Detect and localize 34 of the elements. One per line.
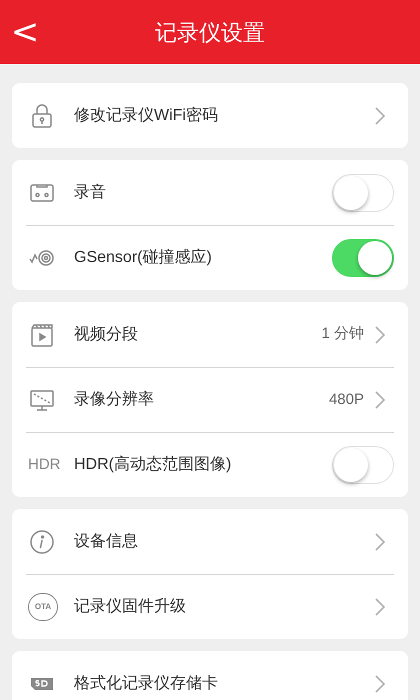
chevron-icon bbox=[374, 390, 386, 410]
settings-row[interactable]: 录像分辨率 480P bbox=[26, 367, 394, 432]
chevron-icon bbox=[374, 106, 386, 126]
chevron-icon bbox=[374, 532, 386, 552]
settings-row[interactable]: 视频分段 1 分钟 bbox=[26, 302, 394, 367]
ota-icon: OTA bbox=[28, 593, 58, 621]
row-label: 录像分辨率 bbox=[74, 390, 155, 410]
row-label: 设备信息 bbox=[74, 532, 139, 552]
row-value: 1 分钟 bbox=[321, 324, 364, 344]
chevron-icon bbox=[374, 324, 386, 344]
row-value: 480P bbox=[328, 390, 364, 410]
toggle-switch[interactable] bbox=[332, 239, 394, 277]
hdr-icon: HDR bbox=[28, 454, 60, 476]
row-label: HDR(高动态范围图像) bbox=[74, 454, 232, 475]
page-title: 记录仪设置 bbox=[155, 18, 265, 46]
row-label: 记录仪固件升级 bbox=[74, 597, 187, 617]
settings-row[interactable]: 格式化记录仪存储卡 bbox=[26, 651, 394, 700]
info-icon bbox=[28, 528, 56, 556]
chevron-icon bbox=[374, 597, 386, 617]
row-label: 视频分段 bbox=[74, 324, 139, 344]
settings-row[interactable]: 录音 bbox=[26, 160, 394, 225]
row-label: GSensor(碰撞感应) bbox=[74, 248, 213, 268]
back-button[interactable]: < bbox=[10, 12, 40, 52]
chevron-icon bbox=[374, 674, 386, 694]
row-label: 录音 bbox=[74, 182, 107, 202]
settings-row[interactable]: 修改记录仪WiFi密码 bbox=[26, 83, 394, 148]
toggle-switch[interactable] bbox=[332, 174, 394, 212]
row-label: 格式化记录仪存储卡 bbox=[74, 674, 219, 694]
row-label: 修改记录仪WiFi密码 bbox=[74, 106, 219, 126]
settings-row[interactable]: 设备信息 bbox=[26, 509, 394, 574]
settings-row[interactable]: OTA 记录仪固件升级 bbox=[26, 574, 394, 639]
settings-row[interactable]: GSensor(碰撞感应) bbox=[26, 225, 394, 290]
settings-row[interactable]: HDR HDR(高动态范围图像) bbox=[26, 432, 394, 497]
toggle-switch[interactable] bbox=[332, 446, 394, 484]
